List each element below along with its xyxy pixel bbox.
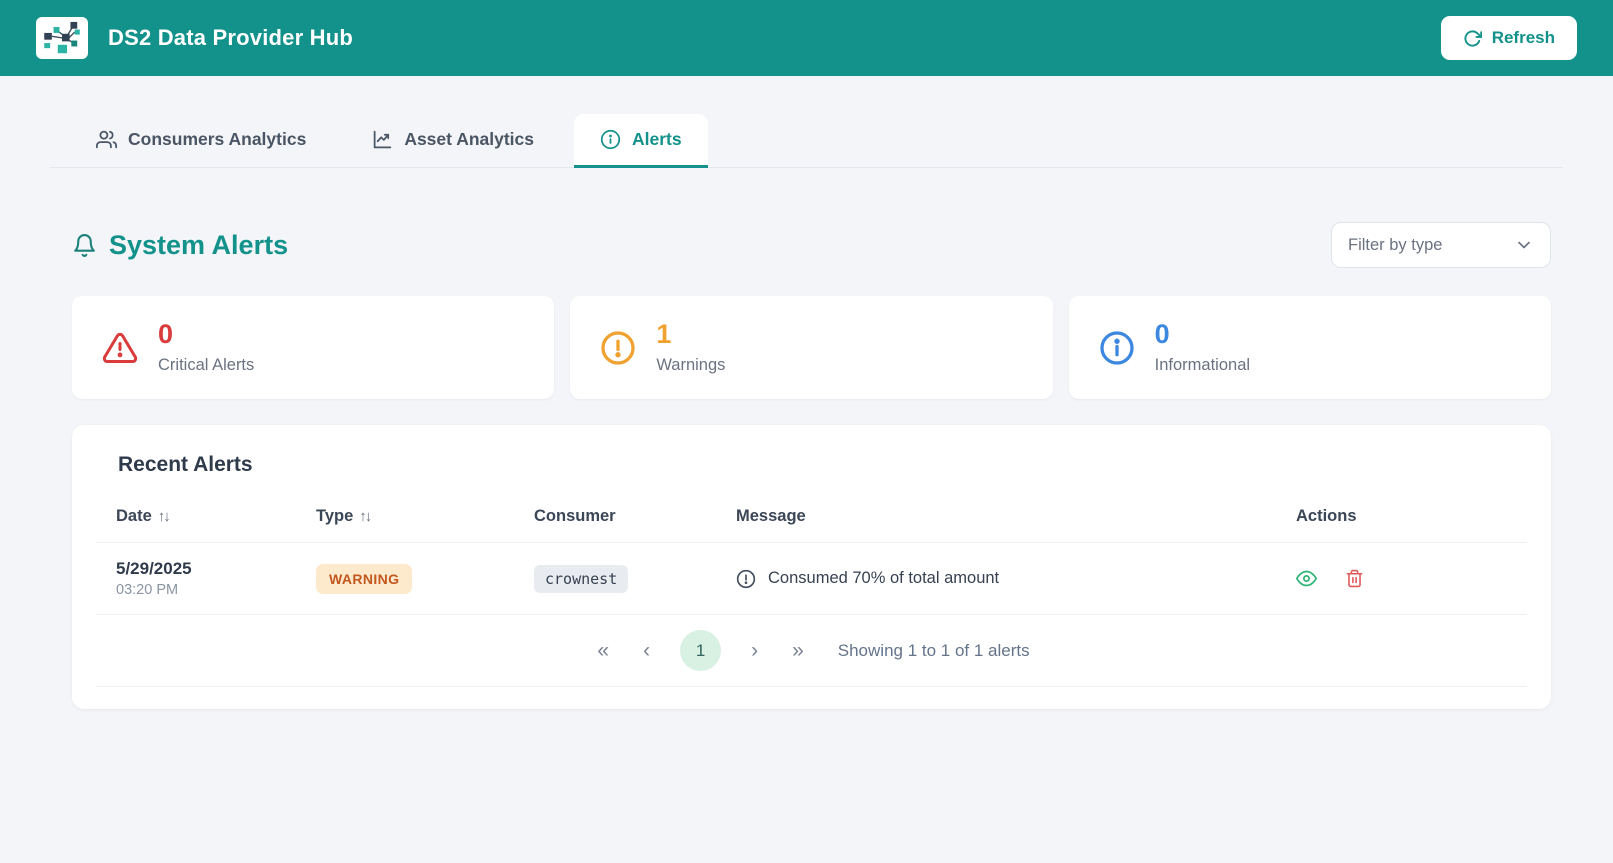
info-circle-icon	[600, 129, 621, 150]
filter-by-type-select[interactable]: Filter by type	[1331, 222, 1551, 268]
pagination-next-button[interactable]: ›	[747, 638, 762, 663]
section-title-text: System Alerts	[109, 229, 289, 260]
app-title: DS2 Data Provider Hub	[108, 25, 354, 50]
critical-count: 0	[158, 319, 174, 350]
refresh-button[interactable]: Refresh	[1440, 16, 1577, 60]
refresh-label: Refresh	[1491, 28, 1555, 47]
panel-title: Recent Alerts	[118, 453, 253, 476]
card-body: 0 Critical Alerts	[158, 320, 254, 374]
panel-footer-space	[96, 687, 1527, 707]
app-logo	[36, 17, 88, 59]
info-circle-icon	[1099, 330, 1135, 366]
table-header-row: Date ↑↓ Type ↑↓ Consumer Message Actions	[96, 491, 1527, 543]
alert-date: 5/29/2025	[116, 559, 192, 578]
card-body: 1 Warnings	[656, 320, 725, 374]
column-header-type[interactable]: Type ↑↓	[296, 491, 514, 543]
sort-icon[interactable]: ↑↓	[359, 508, 372, 525]
column-label: Message	[736, 507, 806, 525]
eye-icon	[1296, 568, 1317, 589]
line-chart-icon	[372, 129, 393, 150]
tab-label: Asset Analytics	[404, 129, 534, 149]
column-label: Consumer	[534, 507, 616, 525]
table-row: 5/29/2025 03:20 PM WARNING crownest Cons…	[96, 542, 1527, 615]
column-label: Date	[116, 507, 152, 525]
network-logo-icon	[44, 21, 80, 54]
warning-badge: WARNING	[316, 563, 413, 594]
pagination-last-button[interactable]: »	[788, 638, 808, 663]
alert-circle-icon	[600, 330, 636, 366]
recent-alerts-panel: Recent Alerts Date ↑↓ Type ↑↓ Consumer Mes…	[72, 425, 1551, 709]
alerts-section-head: System Alerts Filter by type	[72, 222, 1551, 268]
column-header-message: Message	[716, 491, 1276, 543]
tab-label: Alerts	[632, 129, 682, 149]
column-header-consumer: Consumer	[514, 491, 716, 543]
alert-circle-icon	[736, 569, 756, 589]
informational-card: 0 Informational	[1068, 296, 1551, 399]
users-icon	[96, 129, 117, 150]
delete-alert-button[interactable]	[1345, 569, 1364, 588]
alerts-table: Date ↑↓ Type ↑↓ Consumer Message Actions	[96, 491, 1527, 615]
tab-asset-analytics[interactable]: Asset Analytics	[346, 114, 560, 168]
pagination-first-button[interactable]: «	[593, 638, 613, 663]
tab-bar: Consumers Analytics Asset Analytics Aler…	[50, 114, 1563, 168]
informational-label: Informational	[1154, 355, 1251, 374]
column-header-actions: Actions	[1276, 491, 1527, 543]
tab-alerts[interactable]: Alerts	[574, 114, 708, 168]
view-alert-button[interactable]	[1296, 568, 1317, 589]
date-cell: 5/29/2025 03:20 PM	[96, 542, 296, 615]
refresh-icon	[1463, 29, 1482, 48]
top-bar: DS2 Data Provider Hub Refresh	[0, 0, 1613, 76]
warning-triangle-icon	[102, 330, 138, 366]
section-title: System Alerts	[72, 230, 288, 261]
column-header-date[interactable]: Date ↑↓	[96, 491, 296, 543]
type-cell: WARNING	[296, 542, 514, 615]
pagination-summary: Showing 1 to 1 of 1 alerts	[837, 640, 1030, 660]
column-label: Actions	[1296, 507, 1357, 525]
critical-alerts-card: 0 Critical Alerts	[72, 296, 555, 399]
chevron-down-icon	[1514, 235, 1534, 255]
tab-consumers-analytics[interactable]: Consumers Analytics	[70, 114, 332, 168]
alert-time: 03:20 PM	[116, 582, 179, 598]
column-label: Type	[316, 507, 354, 525]
trash-icon	[1345, 569, 1364, 588]
summary-cards: 0 Critical Alerts 1 Warnings 0 Informati…	[72, 296, 1551, 399]
pagination: « ‹ 1 › » Showing 1 to 1 of 1 alerts	[96, 615, 1527, 687]
alert-message: Consumed 70% of total amount	[768, 569, 1000, 587]
sort-icon[interactable]: ↑↓	[158, 508, 171, 525]
warnings-label: Warnings	[656, 355, 726, 374]
warnings-card: 1 Warnings	[570, 296, 1053, 399]
warnings-count: 1	[656, 319, 672, 350]
card-body: 0 Informational	[1155, 320, 1250, 374]
consumer-cell: crownest	[514, 542, 716, 615]
actions-cell	[1276, 542, 1527, 615]
consumer-chip: crownest	[534, 564, 629, 593]
filter-placeholder: Filter by type	[1348, 235, 1443, 254]
critical-label: Critical Alerts	[158, 355, 255, 374]
pagination-current-page[interactable]: 1	[680, 630, 722, 671]
bell-icon	[72, 233, 97, 258]
message-cell: Consumed 70% of total amount	[716, 542, 1276, 615]
tab-label: Consumers Analytics	[128, 129, 307, 149]
informational-count: 0	[1154, 319, 1170, 350]
pagination-prev-button[interactable]: ‹	[639, 638, 654, 663]
